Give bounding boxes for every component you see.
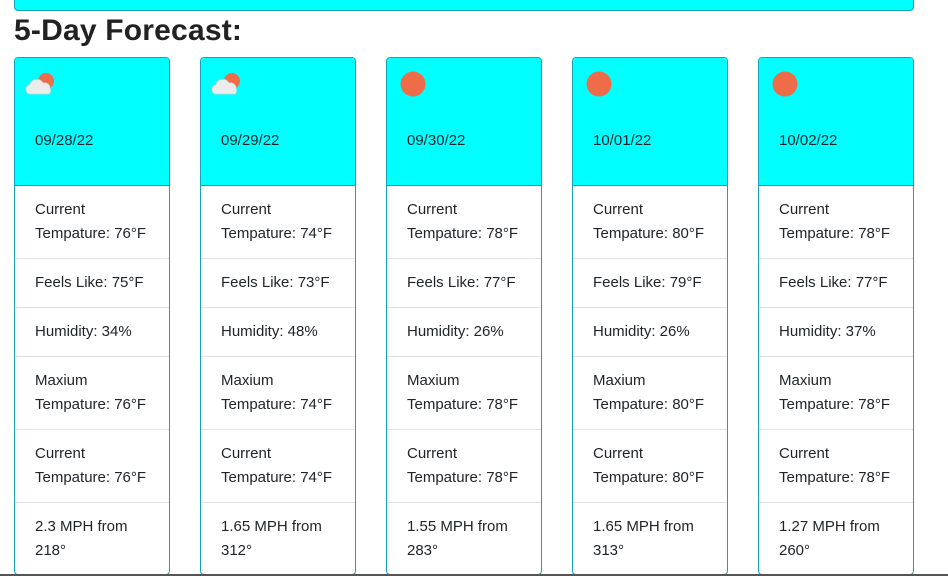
max-temp-row: Maxium Tempature: 78°F: [387, 357, 541, 430]
card-header: 10/01/22: [573, 58, 727, 186]
sun-icon: [586, 71, 612, 97]
feels-like-row: Feels Like: 75°F: [15, 259, 169, 308]
wind-row: 2.3 MPH from 218°: [15, 503, 169, 574]
feels-like-row: Feels Like: 77°F: [387, 259, 541, 308]
current-temp-row-2: Current Tempature: 78°F: [759, 430, 913, 503]
feels-like-row: Feels Like: 79°F: [573, 259, 727, 308]
wind-speed: 1.55 MPH from: [407, 518, 508, 535]
label: Current: [407, 201, 458, 218]
card-header: 09/30/22: [387, 58, 541, 186]
label: Current: [221, 201, 272, 218]
card-header: 10/02/22: [759, 58, 913, 186]
wind-direction: 218°: [35, 542, 67, 559]
humidity-row: Humidity: 37%: [759, 308, 913, 357]
max-temp-row: Maxium Tempature: 74°F: [201, 357, 355, 430]
wind-row: 1.27 MPH from 260°: [759, 503, 913, 574]
value: Tempature: 74°F: [221, 396, 333, 413]
max-temp-row: Maxium Tempature: 78°F: [759, 357, 913, 430]
max-temp-row: Maxium Tempature: 80°F: [573, 357, 727, 430]
value: Tempature: 80°F: [593, 469, 705, 486]
label: Maxium: [35, 372, 88, 389]
forecast-date: 09/29/22: [221, 132, 280, 149]
forecast-card: 09/30/22 Current Tempature: 78°F Feels Li…: [386, 57, 542, 575]
value: Tempature: 80°F: [593, 396, 705, 413]
current-temp-row: Current Tempature: 76°F: [15, 186, 169, 259]
current-temp-row: Current Tempature: 78°F: [759, 186, 913, 259]
current-temp-row: Current Tempature: 74°F: [201, 186, 355, 259]
sun-icon: [772, 71, 798, 97]
current-temp-row-2: Current Tempature: 80°F: [573, 430, 727, 503]
wind-row: 1.65 MPH from 312°: [201, 503, 355, 574]
forecast-card: 10/02/22 Current Tempature: 78°F Feels Li…: [758, 57, 914, 575]
wind-speed: 1.65 MPH from: [221, 518, 322, 535]
humidity-row: Humidity: 26%: [387, 308, 541, 357]
label: Current: [779, 445, 830, 462]
label: Current: [593, 201, 644, 218]
wind-row: 1.55 MPH from 283°: [387, 503, 541, 574]
wind-direction: 260°: [779, 542, 811, 559]
value: Tempature: 78°F: [779, 225, 891, 242]
forecast-date: 09/28/22: [35, 132, 94, 149]
sun-icon: [400, 71, 426, 97]
forecast-card: 10/01/22 Current Tempature: 80°F Feels Li…: [572, 57, 728, 575]
label: Current: [407, 445, 458, 462]
label: Maxium: [779, 372, 832, 389]
current-temp-row: Current Tempature: 80°F: [573, 186, 727, 259]
wind-speed: 1.27 MPH from: [779, 518, 880, 535]
max-temp-row: Maxium Tempature: 76°F: [15, 357, 169, 430]
value: Tempature: 78°F: [779, 396, 891, 413]
label: Current: [779, 201, 830, 218]
wind-speed: 1.65 MPH from: [593, 518, 694, 535]
value: Tempature: 78°F: [407, 469, 519, 486]
value: Tempature: 78°F: [779, 469, 891, 486]
label: Maxium: [407, 372, 460, 389]
top-banner: [14, 0, 914, 11]
forecast-date: 10/02/22: [779, 132, 838, 149]
current-temp-row-2: Current Tempature: 74°F: [201, 430, 355, 503]
forecast-date: 09/30/22: [407, 132, 466, 149]
card-header: 09/28/22: [15, 58, 169, 186]
partly-cloudy-icon: [25, 73, 54, 95]
value: Tempature: 76°F: [35, 396, 147, 413]
humidity-row: Humidity: 34%: [15, 308, 169, 357]
value: Tempature: 80°F: [593, 225, 705, 242]
wind-direction: 312°: [221, 542, 253, 559]
forecast-card: 09/28/22 Current Tempature: 76°F Feels Li…: [14, 57, 170, 575]
value: Tempature: 78°F: [407, 396, 519, 413]
humidity-row: Humidity: 48%: [201, 308, 355, 357]
feels-like-row: Feels Like: 73°F: [201, 259, 355, 308]
current-temp-row-2: Current Tempature: 76°F: [15, 430, 169, 503]
value: Tempature: 76°F: [35, 469, 147, 486]
value: Tempature: 74°F: [221, 469, 333, 486]
current-temp-row: Current Tempature: 78°F: [387, 186, 541, 259]
label: Maxium: [221, 372, 274, 389]
value: Tempature: 78°F: [407, 225, 519, 242]
label: Maxium: [593, 372, 646, 389]
forecast-date: 10/01/22: [593, 132, 652, 149]
label: Current: [221, 445, 272, 462]
label: Current: [593, 445, 644, 462]
wind-direction: 313°: [593, 542, 625, 559]
card-header: 09/29/22: [201, 58, 355, 186]
feels-like-row: Feels Like: 77°F: [759, 259, 913, 308]
forecast-heading: 5-Day Forecast:: [14, 14, 243, 47]
wind-direction: 283°: [407, 542, 439, 559]
forecast-card: 09/29/22 Current Tempature: 74°F Feels Li…: [200, 57, 356, 575]
partly-cloudy-icon: [211, 73, 240, 95]
wind-row: 1.65 MPH from 313°: [573, 503, 727, 574]
current-temp-row-2: Current Tempature: 78°F: [387, 430, 541, 503]
humidity-row: Humidity: 26%: [573, 308, 727, 357]
label: Current: [35, 445, 86, 462]
label: Current: [35, 201, 86, 218]
value: Tempature: 76°F: [35, 225, 147, 242]
value: Tempature: 74°F: [221, 225, 333, 242]
wind-speed: 2.3 MPH from: [35, 518, 128, 535]
